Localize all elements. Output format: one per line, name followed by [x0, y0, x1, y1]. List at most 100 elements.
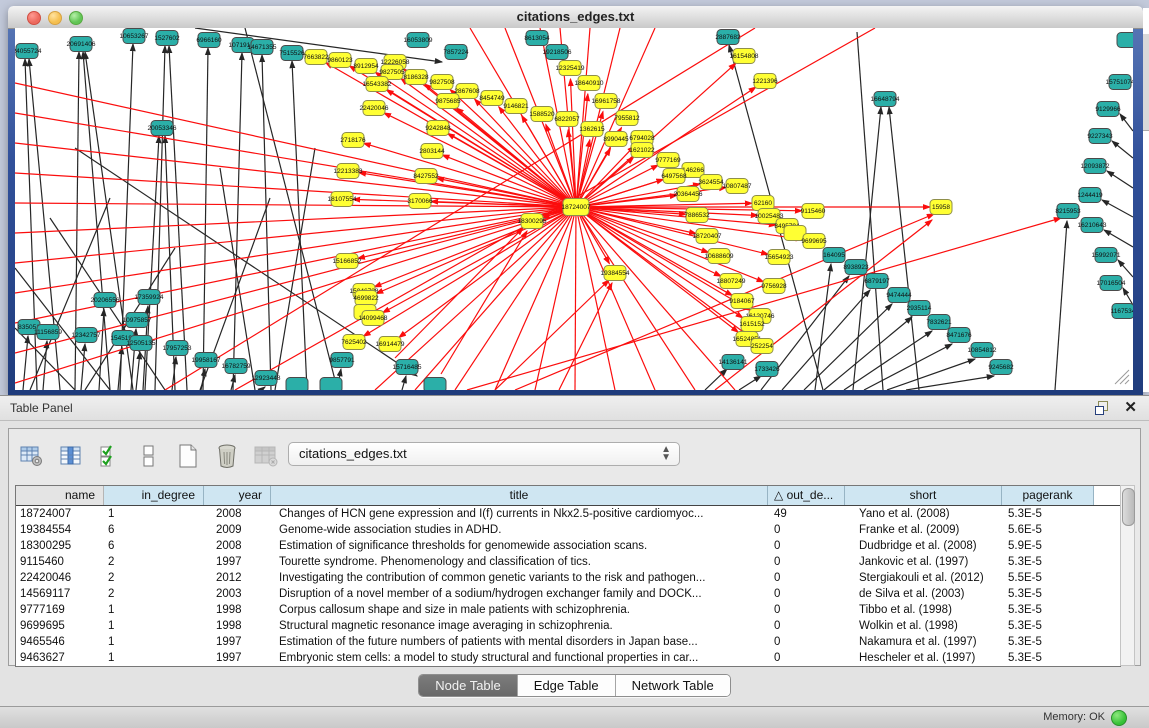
table-row[interactable]: 946554611997Estimation of the future num…	[16, 634, 1120, 650]
graph-node[interactable]	[286, 378, 308, 391]
new-column-icon[interactable]	[173, 441, 203, 471]
cell-year[interactable]: 2008	[204, 538, 271, 554]
cell-out_de[interactable]: 0	[768, 618, 845, 634]
cell-title[interactable]: Genome-wide association studies in ADHD.	[271, 522, 768, 538]
cell-out_de[interactable]: 0	[768, 570, 845, 586]
column-header-year[interactable]: year	[204, 486, 271, 505]
table-row[interactable]: 1872400712008Changes of HCN gene express…	[16, 506, 1120, 522]
cell-pagerank[interactable]: 5.9E-5	[1002, 538, 1094, 554]
cell-short[interactable]: de Silva et al. (2003)	[845, 586, 1002, 602]
tab-network-table[interactable]: Network Table	[616, 675, 730, 696]
column-header-short[interactable]: short	[845, 486, 1002, 505]
cell-year[interactable]: 2008	[204, 506, 271, 522]
delete-column-icon[interactable]	[212, 441, 242, 471]
cell-title[interactable]: Estimation of the future numbers of pati…	[271, 634, 768, 650]
cell-pagerank[interactable]: 5.5E-5	[1002, 570, 1094, 586]
column-header-title[interactable]: title	[271, 486, 768, 505]
table-row[interactable]: 969969511998Structural magnetic resonanc…	[16, 618, 1120, 634]
column-header-out_de[interactable]: △ out_de...	[768, 486, 845, 505]
cell-year[interactable]: 1997	[204, 554, 271, 570]
cell-title[interactable]: Corpus callosum shape and size in male p…	[271, 602, 768, 618]
cell-title[interactable]: Structural magnetic resonance image aver…	[271, 618, 768, 634]
graph-node[interactable]	[320, 378, 342, 391]
cell-short[interactable]: Dudbridge et al. (2008)	[845, 538, 1002, 554]
cell-in_degree[interactable]: 6	[104, 522, 204, 538]
graph-node[interactable]	[1117, 33, 1133, 48]
cell-name[interactable]: 22420046	[16, 570, 104, 586]
cell-pagerank[interactable]: 5.3E-5	[1002, 634, 1094, 650]
cell-short[interactable]: Hescheler et al. (1997)	[845, 650, 1002, 666]
cell-name[interactable]: 18724007	[16, 506, 104, 522]
table-row[interactable]: 977716911998Corpus callosum shape and si…	[16, 602, 1120, 618]
cell-in_degree[interactable]: 2	[104, 570, 204, 586]
cell-name[interactable]: 9699695	[16, 618, 104, 634]
cell-in_degree[interactable]: 2	[104, 554, 204, 570]
table-mode-icon[interactable]	[17, 441, 47, 471]
cell-short[interactable]: Jankovic et al. (1997)	[845, 554, 1002, 570]
cell-year[interactable]: 1997	[204, 634, 271, 650]
table-row[interactable]: 2242004622012Investigating the contribut…	[16, 570, 1120, 586]
cell-year[interactable]: 1998	[204, 602, 271, 618]
window-titlebar[interactable]: citations_edges.txt	[8, 6, 1143, 29]
cell-short[interactable]: Wolkin et al. (1998)	[845, 618, 1002, 634]
cell-pagerank[interactable]: 5.3E-5	[1002, 602, 1094, 618]
cell-short[interactable]: Stergiakouli et al. (2012)	[845, 570, 1002, 586]
cell-year[interactable]: 2009	[204, 522, 271, 538]
cell-in_degree[interactable]: 1	[104, 602, 204, 618]
cell-out_de[interactable]: 49	[768, 506, 845, 522]
cell-pagerank[interactable]: 5.3E-5	[1002, 650, 1094, 666]
cell-short[interactable]: Franke et al. (2009)	[845, 522, 1002, 538]
cell-out_de[interactable]: 0	[768, 634, 845, 650]
cell-name[interactable]: 9115460	[16, 554, 104, 570]
column-header-pagerank[interactable]: pagerank	[1002, 486, 1094, 505]
cell-year[interactable]: 2012	[204, 570, 271, 586]
table-row[interactable]: 1830029562008Estimation of significance …	[16, 538, 1120, 554]
table-row[interactable]: 1456911722003Disruption of a novel membe…	[16, 586, 1120, 602]
memory-ok-indicator[interactable]	[1111, 710, 1127, 726]
cell-title[interactable]: Investigating the contribution of common…	[271, 570, 768, 586]
cell-name[interactable]: 14569117	[16, 586, 104, 602]
cell-out_de[interactable]: 0	[768, 602, 845, 618]
table-scrollbar[interactable]	[1120, 485, 1135, 666]
scrollbar-thumb[interactable]	[1122, 488, 1135, 526]
show-columns-icon[interactable]	[56, 441, 86, 471]
cell-out_de[interactable]: 0	[768, 650, 845, 666]
cell-pagerank[interactable]: 5.3E-5	[1002, 618, 1094, 634]
cell-year[interactable]: 1998	[204, 618, 271, 634]
cell-name[interactable]: 9777169	[16, 602, 104, 618]
cell-title[interactable]: Changes of HCN gene expression and I(f) …	[271, 506, 768, 522]
cell-pagerank[interactable]: 5.3E-5	[1002, 586, 1094, 602]
cell-in_degree[interactable]: 1	[104, 634, 204, 650]
graph-node[interactable]	[424, 378, 446, 391]
table-row[interactable]: 911546021997Tourette syndrome. Phenomeno…	[16, 554, 1120, 570]
cell-name[interactable]: 18300295	[16, 538, 104, 554]
cell-in_degree[interactable]: 1	[104, 506, 204, 522]
table-row[interactable]: 946362711997Embryonic stem cells: a mode…	[16, 650, 1120, 666]
cell-out_de[interactable]: 0	[768, 522, 845, 538]
cell-title[interactable]: Estimation of significance thresholds fo…	[271, 538, 768, 554]
cell-short[interactable]: Tibbo et al. (1998)	[845, 602, 1002, 618]
tab-node-table[interactable]: Node Table	[419, 675, 518, 696]
cell-short[interactable]: Nakamura et al. (1997)	[845, 634, 1002, 650]
deselect-all-icon[interactable]	[134, 441, 164, 471]
table-row[interactable]: 1938455462009Genome-wide association stu…	[16, 522, 1120, 538]
tab-edge-table[interactable]: Edge Table	[518, 675, 616, 696]
cell-name[interactable]: 9463627	[16, 650, 104, 666]
cell-year[interactable]: 2003	[204, 586, 271, 602]
cell-in_degree[interactable]: 6	[104, 538, 204, 554]
cell-out_de[interactable]: 0	[768, 538, 845, 554]
network-canvas[interactable]: 1872400776638229860123891295412226058982…	[15, 28, 1133, 390]
table-panel-titlebar[interactable]: Table Panel ✕	[0, 396, 1149, 421]
cell-in_degree[interactable]: 1	[104, 650, 204, 666]
cell-title[interactable]: Disruption of a novel member of a sodium…	[271, 586, 768, 602]
cell-pagerank[interactable]: 5.3E-5	[1002, 554, 1094, 570]
cell-name[interactable]: 9465546	[16, 634, 104, 650]
cell-pagerank[interactable]: 5.3E-5	[1002, 506, 1094, 522]
table-select-dropdown[interactable]: citations_edges.txt ▲▼	[288, 442, 680, 466]
cell-in_degree[interactable]: 2	[104, 586, 204, 602]
close-panel-icon[interactable]: ✕	[1124, 398, 1137, 416]
float-panel-icon[interactable]	[1094, 400, 1109, 415]
cell-title[interactable]: Tourette syndrome. Phenomenology and cla…	[271, 554, 768, 570]
cell-out_de[interactable]: 0	[768, 586, 845, 602]
select-all-icon[interactable]	[95, 441, 125, 471]
